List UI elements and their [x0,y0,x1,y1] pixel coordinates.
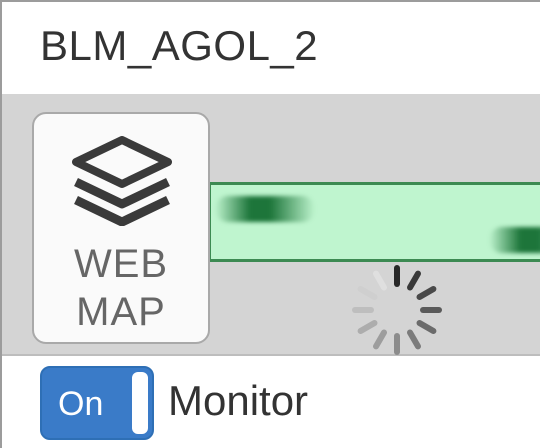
monitor-card: BLM_AGOL_2 WEB MAP On Monitor [0,0,540,448]
monitor-label: Monitor [168,377,309,424]
progress-pulse [215,196,315,222]
spinner-tick [416,320,437,334]
indeterminate-progress-bar [208,182,540,262]
card-content: WEB MAP [2,94,540,356]
card-title: BLM_AGOL_2 [40,22,319,69]
spinner-tick [357,286,378,300]
spinner-tick [416,286,437,300]
spinner-tick [357,320,378,334]
progress-pulse [489,227,540,253]
monitor-toggle[interactable]: On [40,366,154,440]
spinner-tick [407,270,421,291]
web-map-tile[interactable]: WEB MAP [32,112,210,344]
toggle-state-label: On [58,385,104,423]
toggle-knob[interactable] [132,372,148,434]
layers-icon [72,136,172,226]
spinner-tick [373,329,387,350]
card-footer: On Monitor [2,356,540,448]
spinner-tick [373,270,387,291]
tile-label-map: MAP [76,290,166,334]
spinner-tick [407,329,421,350]
card-header: BLM_AGOL_2 [2,2,540,94]
loading-spinner-icon [352,265,442,355]
tile-label-web: WEB [73,242,169,286]
